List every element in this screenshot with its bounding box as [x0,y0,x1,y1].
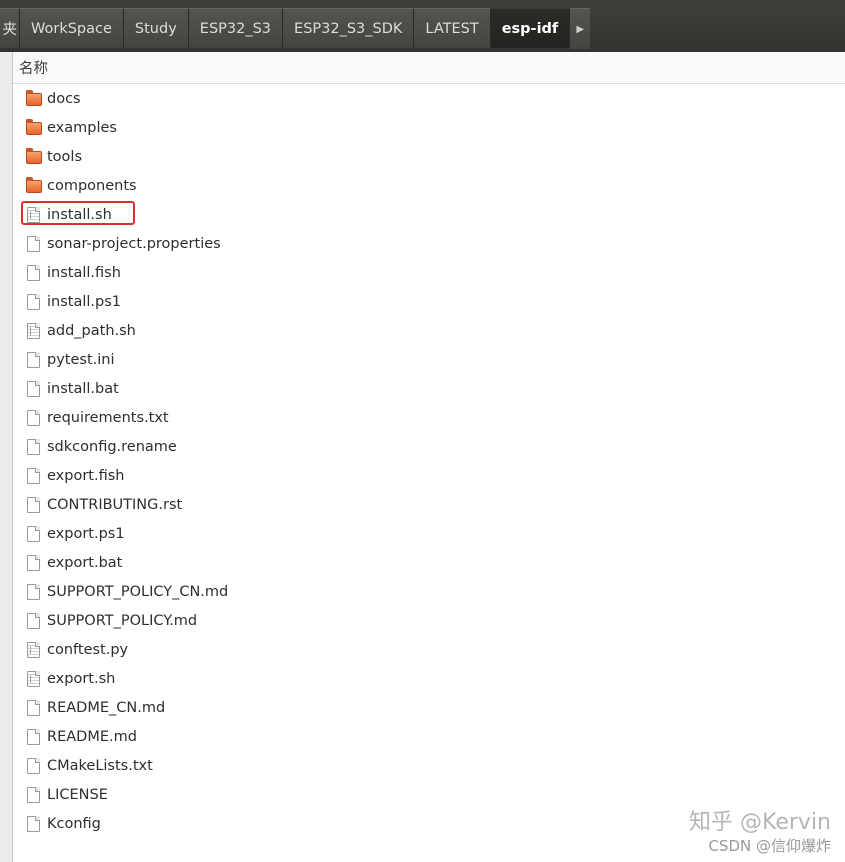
list-item-export-fish[interactable]: export.fish [13,462,845,491]
breadcrumb-item-label: WorkSpace [31,20,112,37]
breadcrumb-item-study[interactable]: Study [123,8,189,48]
breadcrumb-item-label: ESP32_S3 [199,20,272,37]
file-name: SUPPORT_POLICY_CN.md [47,584,229,600]
list-item-contributing-rst[interactable]: CONTRIBUTING.rst [13,491,845,520]
list-item-license[interactable]: LICENSE [13,781,845,810]
list-item-readme-md[interactable]: README.md [13,723,845,752]
file-name: export.sh [47,671,116,687]
file-icon [26,352,42,368]
breadcrumb-item-label: ESP32_S3_SDK [294,20,403,37]
file-icon [26,497,42,513]
list-item-export-sh[interactable]: export.sh [13,665,845,694]
file-icon [26,294,42,310]
file-name: add_path.sh [47,323,136,339]
script-file-icon [26,671,42,687]
path-bar: 夹 WorkSpace Study ESP32_S3 ESP32_S3_SDK … [0,0,845,52]
list-item-add-path-sh[interactable]: add_path.sh [13,317,845,346]
breadcrumb-item-label: 夹 [2,22,18,38]
file-icon [26,526,42,542]
breadcrumb-item-esp32-s3[interactable]: ESP32_S3 [188,8,284,48]
breadcrumb-item-esp-idf[interactable]: esp-idf [490,8,571,48]
list-item-examples[interactable]: examples [13,114,845,143]
script-file-icon [26,207,42,223]
breadcrumb: 夹 WorkSpace Study ESP32_S3 ESP32_S3_SDK … [0,8,591,49]
list-item-export-ps1[interactable]: export.ps1 [13,520,845,549]
file-name: requirements.txt [47,410,169,426]
file-name: export.ps1 [47,526,125,542]
file-name: SUPPORT_POLICY.md [47,613,198,629]
list-item-support-policy-cn-md[interactable]: SUPPORT_POLICY_CN.md [13,578,845,607]
file-icon [26,787,42,803]
file-name: install.ps1 [47,294,121,310]
file-name: components [47,178,137,194]
file-name: docs [47,91,81,107]
file-name: export.bat [47,555,123,571]
list-item-docs[interactable]: docs [13,85,845,114]
column-header-name[interactable]: 名称 [13,52,845,84]
breadcrumb-item-label: Study [134,20,177,37]
breadcrumb-item-latest[interactable]: LATEST [414,8,491,48]
list-item-readme-cn-md[interactable]: README_CN.md [13,694,845,723]
list-item-kconfig[interactable]: Kconfig [13,810,845,839]
file-icon [26,584,42,600]
list-item-sdkconfig-rename[interactable]: sdkconfig.rename [13,433,845,462]
list-item-conftest-py[interactable]: conftest.py [13,636,845,665]
file-name: examples [47,120,117,136]
file-icon [26,816,42,832]
breadcrumb-item-label: LATEST [425,20,479,37]
list-item-install-sh[interactable]: install.sh [13,201,845,230]
file-name: README.md [47,729,137,745]
column-header-label: 名称 [19,61,48,77]
list-item-install-bat[interactable]: install.bat [13,375,845,404]
file-name: pytest.ini [47,352,115,368]
list-item-tools[interactable]: tools [13,143,845,172]
file-icon [26,265,42,281]
script-file-icon [26,323,42,339]
folder-icon [26,177,42,194]
list-item-requirements-txt[interactable]: requirements.txt [13,404,845,433]
file-name: sonar-project.properties [47,236,221,252]
list-item-sonar-project-properties[interactable]: sonar-project.properties [13,230,845,259]
file-name: install.fish [47,265,121,281]
folder-icon [26,90,42,107]
file-name: sdkconfig.rename [47,439,177,455]
file-name: README_CN.md [47,700,166,716]
file-icon [26,613,42,629]
file-icon [26,410,42,426]
list-item-install-ps1[interactable]: install.ps1 [13,288,845,317]
file-name: install.sh [47,207,112,223]
file-name: CONTRIBUTING.rst [47,497,183,513]
file-icon [26,468,42,484]
list-item-support-policy-md[interactable]: SUPPORT_POLICY.md [13,607,845,636]
file-icon [26,700,42,716]
file-name: CMakeLists.txt [47,758,153,774]
file-name: tools [47,149,83,165]
folder-icon [26,148,42,165]
file-name: LICENSE [47,787,108,803]
file-icon [26,439,42,455]
breadcrumb-item-label: esp-idf [501,20,559,37]
breadcrumb-item-workspace[interactable]: WorkSpace [20,8,124,48]
breadcrumb-item-prev[interactable]: 夹 [0,8,20,48]
file-name: conftest.py [47,642,129,658]
file-icon [26,555,42,571]
list-item-components[interactable]: components [13,172,845,201]
file-icon [26,381,42,397]
breadcrumb-item-esp32-s3-sdk[interactable]: ESP32_S3_SDK [283,8,415,48]
list-item-export-bat[interactable]: export.bat [13,549,845,578]
file-list-pane[interactable]: 名称 docs examples tools components install.sh… [12,52,845,862]
folder-icon [26,119,42,136]
script-file-icon [26,642,42,658]
file-icon [26,236,42,252]
chevron-right-icon: ▶ [576,23,585,35]
list-item-install-fish[interactable]: install.fish [13,259,845,288]
file-icon [26,729,42,745]
list-item-pytest-ini[interactable]: pytest.ini [13,346,845,375]
list-item-cmakelists-txt[interactable]: CMakeLists.txt [13,752,845,781]
file-name: install.bat [47,381,119,397]
breadcrumb-next-button[interactable]: ▶ [570,8,591,49]
file-icon [26,758,42,774]
file-name: export.fish [47,468,125,484]
file-name: Kconfig [47,816,101,832]
